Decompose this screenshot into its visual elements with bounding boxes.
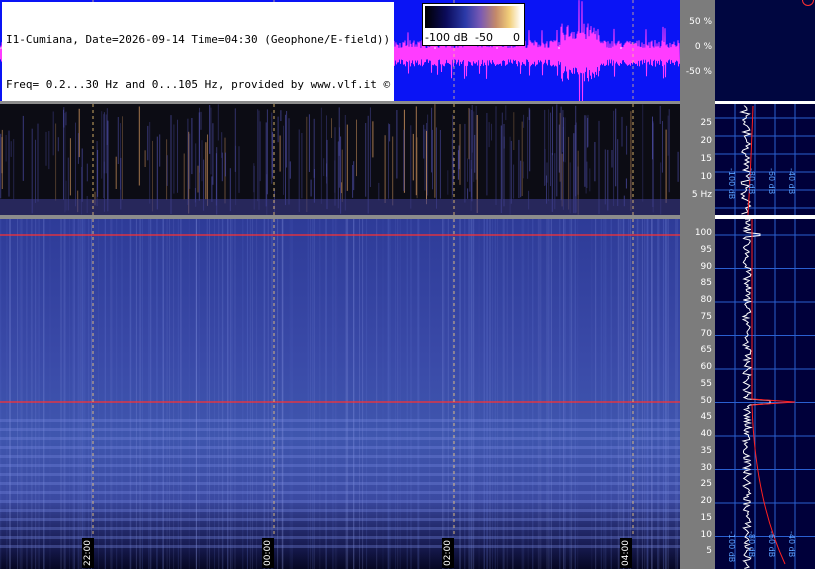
main-tick-50: 50	[700, 395, 712, 406]
spectrogram-low-canvas	[0, 104, 680, 215]
low-tick-25: 25	[700, 118, 712, 128]
time-label-0400: 04:00	[620, 538, 632, 568]
low-tick-5: 5 Hz	[691, 190, 712, 200]
low-tick-10: 10	[700, 172, 712, 182]
time-label-0000: 00:00	[262, 538, 274, 568]
main-tick-85: 85	[700, 278, 712, 289]
main-tick-10: 10	[700, 529, 712, 540]
main-tick-70: 70	[700, 328, 712, 339]
time-label-0200: 02:00	[442, 538, 454, 568]
header-line-station: I1-Cumiana, Date=2026-09-14 Time=04:30 (…	[6, 33, 391, 46]
db-label-low-2: -60 dB	[767, 168, 776, 195]
frequency-axis-column: 50 % 0 % -50 % 25 20 15 10 5 Hz 100 95 90 8…	[680, 0, 715, 569]
main-spectrum-trace	[741, 218, 771, 569]
db-label-low-0: -100 dB	[727, 168, 736, 200]
main-tick-20: 20	[700, 496, 712, 506]
main-spectrum-plot	[715, 218, 815, 569]
main-fit-curve	[751, 219, 796, 565]
db-label-main-2: -60 dB	[767, 531, 776, 558]
db-label-main-3: -40 dB	[787, 531, 796, 558]
spectrogram-low-frequency	[0, 104, 680, 215]
header-title: I1-Cumiana, Date=2026-09-14 Time=04:30 (…	[2, 2, 395, 107]
main-tick-75: 75	[700, 311, 712, 322]
time-label-2200: 22:00	[82, 538, 94, 568]
db-label-main-1: -80 dB	[747, 531, 756, 558]
spectrogram-main	[0, 219, 680, 569]
low-tick-20: 20	[700, 136, 712, 146]
db-label-main-0: -100 dB	[727, 531, 736, 563]
amp-tick-50: 50 %	[689, 17, 712, 27]
low-tick-15: 15	[700, 154, 712, 164]
side-panel-low-spectrum: -100 dB -80 dB -60 dB -40 dB	[715, 104, 815, 216]
amp-tick-minus50: -50 %	[685, 67, 712, 77]
main-tick-25: 25	[700, 479, 712, 490]
colorbar-gradient	[425, 6, 521, 28]
side-panel-top	[715, 0, 815, 101]
main-tick-5: 5	[706, 546, 712, 557]
colorbar-max-label: 0	[513, 31, 520, 44]
main-tick-30: 30	[700, 462, 712, 473]
colorbar-legend: -100 dB -50 0	[422, 3, 525, 46]
main-tick-15: 15	[700, 512, 712, 523]
header-line-freq: Freq= 0.2...30 Hz and 0...105 Hz, provid…	[6, 78, 391, 91]
low-fit-curve	[747, 105, 754, 216]
amp-tick-0: 0 %	[694, 42, 712, 52]
main-tick-100: 100	[694, 228, 712, 238]
db-label-low-1: -80 dB	[747, 168, 756, 195]
main-tick-35: 35	[700, 445, 712, 456]
spectrogram-main-canvas	[0, 219, 680, 569]
side-panel-main-spectrum: -100 dB -80 dB -60 dB -40 dB	[715, 218, 815, 569]
main-tick-55: 55	[700, 378, 712, 389]
colorbar-mid-label: -50	[475, 31, 493, 44]
colorbar-min-label: -100 dB	[425, 31, 468, 44]
main-tick-65: 65	[700, 345, 712, 356]
main-tick-40: 40	[700, 429, 712, 439]
main-tick-90: 90	[700, 261, 712, 272]
main-tick-95: 95	[700, 244, 712, 255]
main-tick-60: 60	[700, 362, 712, 372]
main-tick-45: 45	[700, 412, 712, 423]
main-tick-80: 80	[700, 295, 712, 305]
db-label-low-3: -40 dB	[787, 168, 796, 195]
